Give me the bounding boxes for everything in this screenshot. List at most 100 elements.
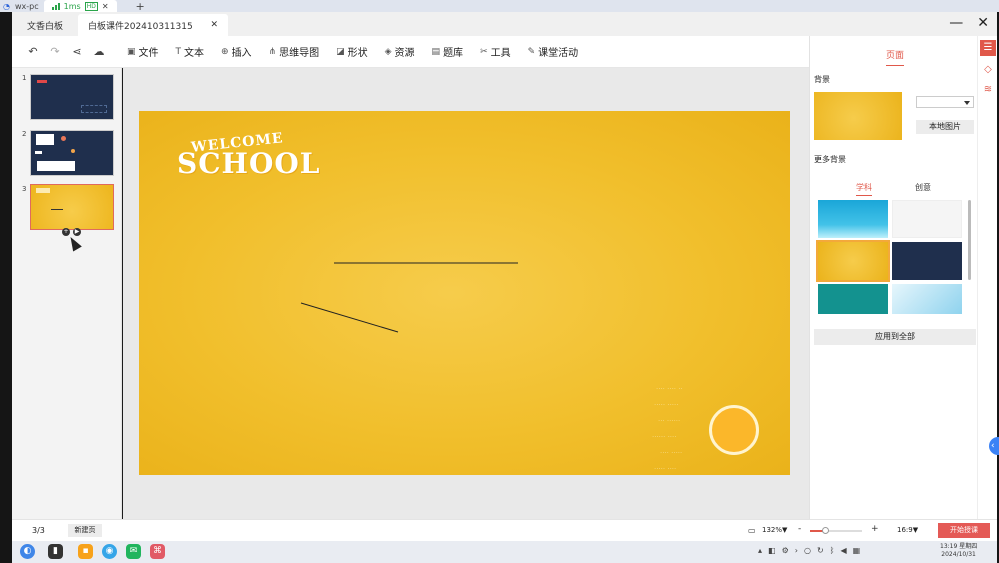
whiteboard-app-icon[interactable]: ⌘ bbox=[150, 544, 165, 559]
toolbar-class-activity[interactable]: ✎ 课堂活动 bbox=[528, 44, 579, 60]
tray-network-icon[interactable]: ▦ bbox=[853, 546, 861, 555]
settings-panel-icon[interactable]: ☰ bbox=[980, 40, 996, 56]
tray-volume-icon[interactable]: ◀ bbox=[840, 546, 846, 555]
gallery-scrollbar[interactable] bbox=[968, 200, 971, 280]
remote-device-name: wx-pc bbox=[14, 1, 39, 11]
shape-icon: ◪ bbox=[336, 46, 345, 57]
undo-icon[interactable]: ↶ bbox=[22, 45, 44, 58]
system-tray: ▴ ◧ ⚙ › ○ ↻ ᛒ ◀ ▦ bbox=[758, 546, 860, 555]
background-option[interactable] bbox=[892, 200, 962, 238]
remote-session-info: ◔ wx-pc 1ms HD ✕ + bbox=[0, 0, 145, 12]
minimize-icon[interactable]: — bbox=[949, 15, 963, 31]
fit-screen-icon[interactable]: ▭ bbox=[748, 526, 756, 535]
background-option[interactable] bbox=[816, 240, 890, 282]
canvas-area[interactable]: WELCOME SCHOOL ···· ···· ·· ····· ····· … bbox=[123, 68, 809, 519]
background-label: 背景 bbox=[814, 75, 830, 84]
close-session-icon[interactable]: ✕ bbox=[102, 2, 109, 11]
local-image-button[interactable]: 本地图片 bbox=[916, 120, 974, 134]
apply-to-all-button[interactable]: 应用到全部 bbox=[814, 329, 976, 345]
tray-store-icon[interactable]: ◧ bbox=[768, 546, 776, 555]
mouse-cursor-icon bbox=[66, 234, 82, 252]
start-menu-icon[interactable]: ◐ bbox=[20, 544, 35, 559]
multitask-icon[interactable]: ▮ bbox=[48, 544, 63, 559]
insert-icon: ⊕ bbox=[221, 46, 229, 57]
tray-app-icon[interactable]: ▴ bbox=[758, 546, 762, 555]
bottom-bar: 3/3 新建页 ▭ 132%▼ - + 16:9▼ 开始授课 bbox=[12, 519, 997, 541]
zoom-in-button[interactable]: + bbox=[871, 524, 879, 534]
file-manager-icon[interactable]: ▪ bbox=[78, 544, 93, 559]
slide-thumbnail-1[interactable] bbox=[30, 74, 114, 120]
redo-icon[interactable]: ↷ bbox=[44, 45, 66, 58]
screen: ◔ wx-pc 1ms HD ✕ + 文香白板 白板课件202410311315… bbox=[0, 0, 999, 563]
slide-thumbnail-3[interactable] bbox=[30, 184, 114, 230]
toolbar-file-label: 文件 bbox=[138, 48, 159, 59]
background-option[interactable] bbox=[818, 284, 888, 314]
os-taskbar: ◐ ▮ ▪ ◉ ✉ ⌘ ▴ ◧ ⚙ › ○ ↻ ᛒ ◀ ▦ 13:19 星期四 … bbox=[12, 541, 997, 563]
svg-text:······ ····: ······ ···· bbox=[652, 433, 676, 441]
toolbar-resource[interactable]: ◈ 资源 bbox=[384, 44, 415, 60]
tray-search-icon[interactable]: ○ bbox=[804, 546, 811, 555]
stack-icon[interactable]: ≋ bbox=[980, 82, 996, 98]
app-tab-bar: 文香白板 白板课件202410311315 ✕ — ✕ bbox=[12, 12, 997, 36]
tab-courseware-label: 白板课件202410311315 bbox=[88, 21, 193, 32]
slide-thumbnail-2[interactable] bbox=[30, 130, 114, 176]
signal-icon bbox=[51, 2, 60, 10]
tab-courseware[interactable]: 白板课件202410311315 ✕ bbox=[78, 14, 228, 36]
toolbar-class-activity-label: 课堂活动 bbox=[538, 48, 579, 59]
zoom-slider[interactable] bbox=[810, 527, 862, 534]
new-page-button[interactable]: 新建页 bbox=[68, 524, 102, 537]
share-icon[interactable]: ⋖ bbox=[66, 45, 88, 58]
zoom-out-button[interactable]: - bbox=[798, 524, 801, 534]
toolbar-shape-label: 形状 bbox=[347, 48, 368, 59]
tray-chevron-icon[interactable]: › bbox=[795, 546, 798, 555]
properties-panel: 页面 背景 本地图片 更多背景 学科 创意 应用到全部 bbox=[809, 36, 977, 519]
toolbar-question-bank[interactable]: ▤ 题库 bbox=[432, 44, 464, 60]
close-tab-icon[interactable]: ✕ bbox=[210, 20, 218, 30]
slide-canvas[interactable]: WELCOME SCHOOL ···· ···· ·· ····· ····· … bbox=[139, 111, 790, 475]
svg-text:···· ···· ··: ···· ···· ·· bbox=[656, 385, 683, 393]
browser-icon[interactable]: ◉ bbox=[102, 544, 117, 559]
remote-session-tab[interactable]: 1ms HD ✕ bbox=[43, 0, 117, 12]
toolbar-tools[interactable]: ✂ 工具 bbox=[480, 44, 511, 60]
background-option[interactable] bbox=[892, 242, 962, 280]
resource-icon: ◈ bbox=[384, 46, 392, 57]
add-slide-icon[interactable]: + bbox=[62, 228, 70, 236]
toolbar-text[interactable]: T 文本 bbox=[175, 44, 205, 60]
system-clock[interactable]: 13:19 星期四 2024/10/31 bbox=[940, 543, 977, 559]
toolbar-insert-label: 插入 bbox=[231, 48, 252, 59]
tab-creative[interactable]: 创意 bbox=[915, 182, 931, 193]
background-gallery bbox=[816, 200, 964, 316]
window-controls: — ✕ bbox=[949, 15, 989, 31]
close-window-icon[interactable]: ✕ bbox=[977, 15, 989, 31]
text-icon: T bbox=[175, 46, 182, 57]
add-session-icon[interactable]: + bbox=[136, 1, 145, 12]
cloud-icon[interactable]: ☁ bbox=[88, 45, 110, 58]
diagonal-line[interactable] bbox=[300, 302, 399, 333]
toolbar-insert[interactable]: ⊕ 插入 bbox=[221, 44, 252, 60]
background-option[interactable] bbox=[818, 200, 888, 238]
tab-home[interactable]: 文香白板 bbox=[12, 14, 78, 36]
tray-sync-icon[interactable]: ↻ bbox=[817, 546, 824, 555]
background-option[interactable] bbox=[892, 284, 962, 314]
toolbar-mindmap-label: 思维导图 bbox=[279, 48, 320, 59]
toolbar-mindmap[interactable]: ⋔ 思维导图 bbox=[269, 44, 320, 60]
svg-text:··· ······: ··· ······ bbox=[658, 417, 680, 425]
background-select[interactable] bbox=[916, 96, 974, 108]
tray-bluetooth-icon[interactable]: ᛒ bbox=[830, 546, 835, 555]
tab-subject[interactable]: 学科 bbox=[856, 182, 872, 196]
aspect-ratio-select[interactable]: 16:9▼ bbox=[897, 526, 918, 534]
toolbar-file[interactable]: ▣ 文件 bbox=[127, 44, 159, 60]
zoom-slider-handle[interactable] bbox=[821, 527, 829, 534]
mail-icon[interactable]: ✉ bbox=[126, 544, 141, 559]
zoom-select[interactable]: 132%▼ bbox=[762, 526, 787, 534]
tray-gear-icon[interactable]: ⚙ bbox=[782, 546, 789, 555]
tab-page[interactable]: 页面 bbox=[886, 48, 905, 66]
toolbar-tools-label: 工具 bbox=[490, 48, 511, 59]
thumb-number: 1 bbox=[22, 74, 27, 82]
page-count: 3/3 bbox=[32, 526, 45, 535]
clock-time: 13:19 星期四 bbox=[940, 543, 978, 550]
start-teaching-button[interactable]: 开始授课 bbox=[938, 523, 990, 538]
toolbar-shape[interactable]: ◪ 形状 bbox=[336, 44, 368, 60]
thumb-number: 3 bbox=[22, 185, 27, 193]
layers-icon[interactable]: ◇ bbox=[980, 62, 996, 78]
